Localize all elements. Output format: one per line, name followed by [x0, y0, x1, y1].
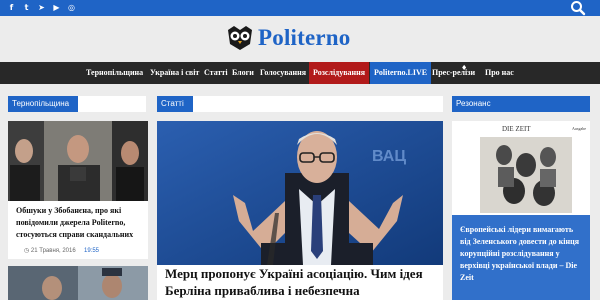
- facebook-icon[interactable]: f: [6, 2, 17, 13]
- section-title-right[interactable]: Резонанс: [452, 96, 590, 112]
- nav-item-ternopil[interactable]: Тернопільщина: [86, 62, 143, 84]
- twitter-icon[interactable]: t: [21, 2, 32, 13]
- article-image: ВАЦ: [157, 121, 443, 265]
- article-image: [452, 121, 590, 217]
- left-article-card-2[interactable]: [8, 266, 148, 300]
- top-bar: f t ➤ ▶ ◎: [0, 0, 600, 16]
- search-icon[interactable]: [570, 0, 586, 16]
- section-title-left[interactable]: Тернопільщина: [8, 96, 78, 112]
- nav-item-investigations[interactable]: Розслідування: [309, 62, 370, 84]
- main-article-title[interactable]: Мерц пропонує Україні асоціацію. Чим іде…: [165, 265, 435, 299]
- owl-logo-icon: [228, 26, 252, 50]
- article-image: [8, 266, 148, 300]
- left-article-photo[interactable]: [8, 121, 148, 201]
- left-article-date: ◷ 21 Травня, 2016: [24, 247, 76, 255]
- resonance-article-title[interactable]: Європейські лідери вимагають від Зеленсь…: [452, 215, 590, 300]
- youtube-icon[interactable]: ▶: [51, 2, 62, 13]
- nav-item-politerno-live[interactable]: Politerno.LIVE: [370, 62, 432, 84]
- article-image: [8, 121, 148, 201]
- nav-item-articles[interactable]: Статті: [204, 62, 228, 84]
- bell-icon: ♦: [461, 64, 468, 72]
- nav-item-blogs[interactable]: Блоги: [232, 62, 254, 84]
- main-article-photo[interactable]: ВАЦ: [157, 121, 443, 265]
- nav-item-ukraine-world[interactable]: Україна і світ: [150, 62, 199, 84]
- instagram-icon[interactable]: ◎: [66, 2, 77, 13]
- clock-icon: ◷: [24, 248, 30, 254]
- nav-item-about[interactable]: Про нас: [485, 62, 514, 84]
- newspaper-watermark: DIE ZEIT: [502, 125, 531, 133]
- logo-text: Politerno: [258, 25, 351, 50]
- main-nav: Тернопільщина Україна і світ Статті Блог…: [0, 62, 600, 84]
- site-logo[interactable]: Politerno: [226, 25, 351, 51]
- left-article-title[interactable]: Обшуки у Збобанєна, про які повідомили д…: [16, 205, 142, 241]
- nav-item-voting[interactable]: Голосування: [260, 62, 306, 84]
- left-article-time: 19:55: [84, 248, 100, 254]
- left-article-photo-2[interactable]: [8, 266, 148, 300]
- left-article-card[interactable]: Обшуки у Збобанєна, про які повідомили д…: [8, 121, 148, 259]
- social-links: f t ➤ ▶ ◎: [6, 2, 77, 13]
- site-header: Politerno: [0, 16, 600, 62]
- section-bar-middle: [157, 96, 443, 112]
- newspaper-corner-text: Ausgabe: [572, 126, 586, 131]
- nav-item-press-releases[interactable]: Прес-релізи: [432, 62, 475, 84]
- section-title-middle[interactable]: Статті: [157, 96, 193, 112]
- article-date: 21 Травня, 2016: [30, 248, 76, 254]
- resonance-article-photo[interactable]: [452, 121, 590, 217]
- svg-text:ВАЦ: ВАЦ: [372, 148, 406, 165]
- telegram-icon[interactable]: ➤: [36, 2, 47, 13]
